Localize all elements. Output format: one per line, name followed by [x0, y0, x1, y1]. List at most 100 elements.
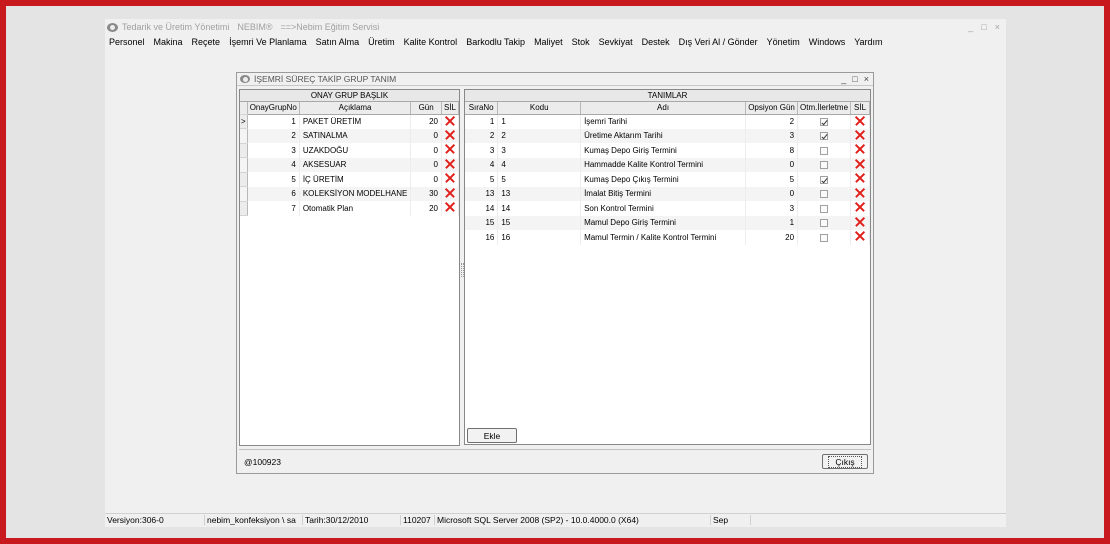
cell-order-no[interactable]: 14: [465, 201, 499, 216]
cell-group-no[interactable]: 2: [247, 128, 300, 143]
menu-item-0[interactable]: Personel: [109, 37, 145, 47]
auto-advance-checkbox[interactable]: [820, 204, 829, 213]
table-row[interactable]: >1 PAKET ÜRETİM 20: [240, 114, 460, 129]
cell-option-days[interactable]: 5: [745, 172, 799, 187]
col-header-group-no[interactable]: OnayGrupNo: [247, 102, 300, 115]
cell-description[interactable]: UZAKDOĞU: [299, 143, 412, 158]
cell-order-no[interactable]: 4: [465, 157, 499, 172]
cell-order-no[interactable]: 3: [465, 143, 499, 158]
minimize-button[interactable]: _: [968, 22, 973, 32]
delete-x-icon[interactable]: [445, 130, 455, 140]
dialog-maximize-button[interactable]: □: [852, 74, 857, 84]
menu-item-15[interactable]: Yardım: [854, 37, 882, 47]
table-row[interactable]: 7 Otomatik Plan 20: [240, 201, 460, 216]
cell-code[interactable]: 1: [497, 114, 582, 129]
cell-order-no[interactable]: 5: [465, 172, 499, 187]
delete-x-icon[interactable]: [855, 116, 865, 126]
cell-days[interactable]: 30: [410, 186, 442, 201]
cell-name[interactable]: Son Kontrol Termini: [580, 201, 747, 216]
cell-group-no[interactable]: 5: [247, 172, 300, 187]
cell-group-no[interactable]: 6: [247, 186, 300, 201]
cell-days[interactable]: 20: [410, 201, 442, 216]
table-row[interactable]: 3 UZAKDOĞU 0: [240, 143, 460, 158]
col-header-description[interactable]: Açıklama: [299, 102, 412, 115]
cell-option-days[interactable]: 8: [745, 143, 799, 158]
col-header-delete-right[interactable]: SİL: [850, 102, 870, 115]
cell-description[interactable]: İÇ ÜRETİM: [299, 172, 412, 187]
cell-code[interactable]: 5: [497, 172, 582, 187]
delete-x-icon[interactable]: [445, 159, 455, 169]
cell-name[interactable]: Hammadde Kalite Kontrol Termini: [580, 157, 747, 172]
add-button[interactable]: Ekle: [467, 428, 517, 443]
delete-x-icon[interactable]: [445, 116, 455, 126]
menu-item-5[interactable]: Üretim: [368, 37, 395, 47]
delete-x-icon[interactable]: [855, 202, 865, 212]
cell-code[interactable]: 4: [497, 157, 582, 172]
cell-name[interactable]: Mamul Termin / Kalite Kontrol Termini: [580, 230, 747, 245]
row-indicator[interactable]: [240, 143, 248, 158]
cell-option-days[interactable]: 0: [745, 157, 799, 172]
close-button[interactable]: ×: [995, 22, 1000, 32]
cell-code[interactable]: 16: [497, 230, 582, 245]
delete-x-icon[interactable]: [445, 144, 455, 154]
delete-x-icon[interactable]: [855, 144, 865, 154]
col-header-auto-advance[interactable]: Otm.İlerletme: [797, 102, 852, 115]
cell-description[interactable]: Otomatik Plan: [299, 201, 412, 216]
col-header-code[interactable]: Kodu: [497, 102, 582, 115]
cell-name[interactable]: Üretime Aktarım Tarihi: [580, 128, 747, 143]
maximize-button[interactable]: □: [981, 22, 986, 32]
delete-x-icon[interactable]: [855, 173, 865, 183]
col-header-days[interactable]: Gün: [410, 102, 442, 115]
cell-order-no[interactable]: 1: [465, 114, 499, 129]
cell-option-days[interactable]: 3: [745, 128, 799, 143]
cell-description[interactable]: KOLEKSİYON MODELHANE: [299, 186, 412, 201]
cell-group-no[interactable]: 4: [247, 157, 300, 172]
menu-item-6[interactable]: Kalite Kontrol: [404, 37, 458, 47]
cell-code[interactable]: 14: [497, 201, 582, 216]
table-row[interactable]: 4 AKSESUAR 0: [240, 157, 460, 173]
cell-option-days[interactable]: 1: [745, 215, 799, 230]
menu-item-11[interactable]: Destek: [642, 37, 670, 47]
menu-item-2[interactable]: Reçete: [192, 37, 221, 47]
delete-x-icon[interactable]: [855, 130, 865, 140]
cell-group-no[interactable]: 3: [247, 143, 300, 158]
menu-item-1[interactable]: Makina: [154, 37, 183, 47]
delete-x-icon[interactable]: [855, 217, 865, 227]
menu-item-10[interactable]: Sevkiyat: [599, 37, 633, 47]
col-header-option-days[interactable]: Opsiyon Gün: [745, 102, 799, 115]
dialog-close-button[interactable]: ×: [864, 74, 869, 84]
cell-description[interactable]: PAKET ÜRETİM: [299, 114, 412, 129]
cell-order-no[interactable]: 15: [465, 215, 499, 230]
cell-name[interactable]: Mamul Depo Giriş Termini: [580, 215, 747, 230]
auto-advance-checkbox[interactable]: [820, 175, 829, 184]
cell-name[interactable]: Kumaş Depo Çıkış Termini: [580, 172, 747, 187]
cell-code[interactable]: 2: [497, 128, 582, 143]
cell-name[interactable]: Kumaş Depo Giriş Termini: [580, 143, 747, 158]
col-header-delete[interactable]: SİL: [441, 102, 460, 115]
cell-days[interactable]: 20: [410, 114, 442, 129]
row-indicator[interactable]: [240, 128, 248, 144]
cell-description[interactable]: AKSESUAR: [299, 157, 412, 172]
cell-option-days[interactable]: 3: [745, 201, 799, 216]
table-row[interactable]: 4 4 Hammadde Kalite Kontrol Termini 0: [465, 157, 870, 172]
row-indicator[interactable]: [240, 186, 248, 202]
table-row[interactable]: 5 İÇ ÜRETİM 0: [240, 172, 460, 187]
cell-description[interactable]: SATINALMA: [299, 128, 412, 143]
dialog-minimize-button[interactable]: _: [841, 74, 846, 84]
auto-advance-checkbox[interactable]: [820, 161, 829, 170]
menu-item-12[interactable]: Dış Veri Al / Gönder: [679, 37, 758, 47]
cell-name[interactable]: İşemri Tarihi: [580, 114, 747, 129]
cell-days[interactable]: 0: [410, 157, 442, 172]
cell-days[interactable]: 0: [410, 128, 442, 143]
menu-item-8[interactable]: Maliyet: [534, 37, 563, 47]
cell-order-no[interactable]: 13: [465, 186, 499, 201]
cell-code[interactable]: 13: [497, 186, 582, 201]
row-indicator[interactable]: [240, 157, 248, 173]
auto-advance-checkbox[interactable]: [820, 146, 829, 155]
exit-button[interactable]: Çıkış: [822, 454, 868, 469]
col-header-order-no[interactable]: SıraNo: [465, 102, 499, 115]
cell-option-days[interactable]: 0: [745, 186, 799, 201]
table-row[interactable]: 14 14 Son Kontrol Termini 3: [465, 201, 870, 216]
cell-days[interactable]: 0: [410, 172, 442, 187]
table-row[interactable]: 2 2 Üretime Aktarım Tarihi 3: [465, 128, 870, 143]
